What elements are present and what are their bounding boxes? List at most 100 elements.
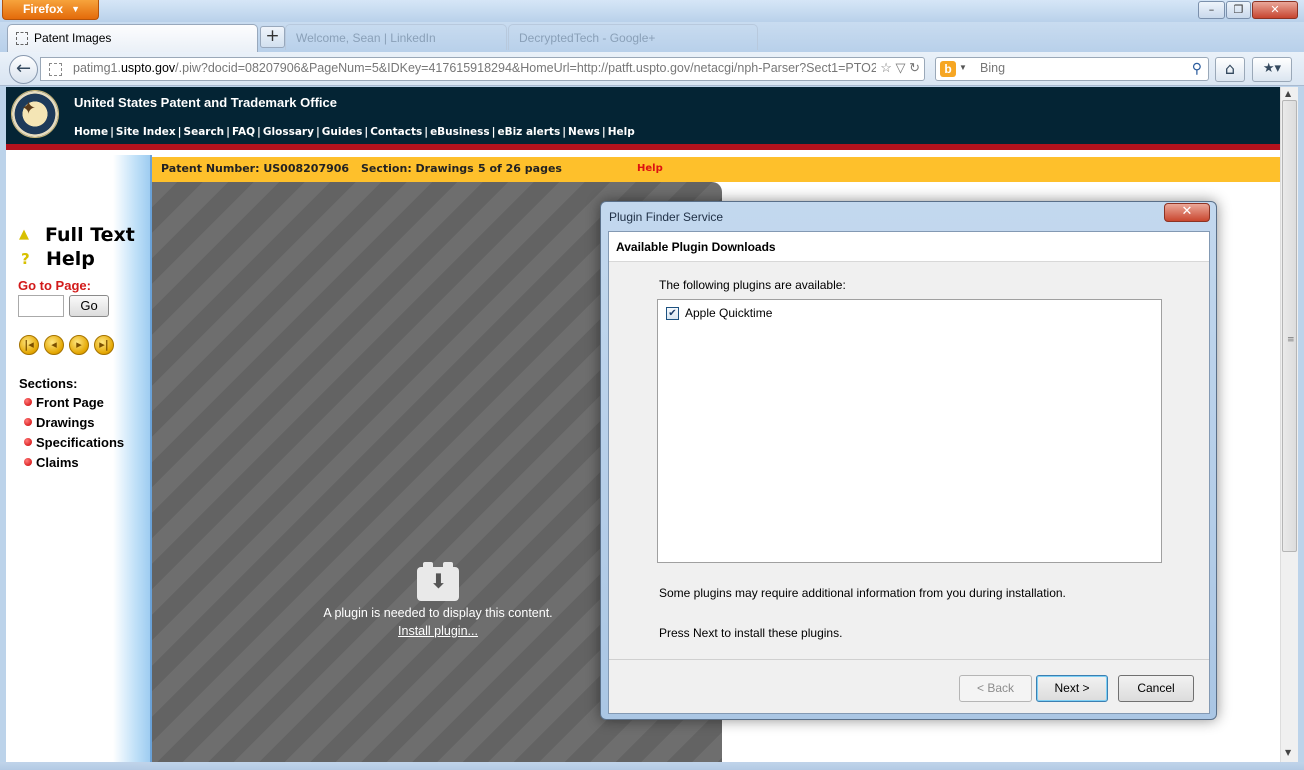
header-red-stripe — [6, 144, 1280, 150]
nav-separator: | — [364, 126, 369, 138]
go-button[interactable]: Go — [69, 295, 109, 317]
nav-home[interactable]: Home — [74, 126, 108, 138]
next-button[interactable]: Next > — [1036, 675, 1108, 702]
install-plugin-link-wrap: Install plugin... — [298, 624, 578, 638]
plugin-list[interactable]: ✔ Apple Quicktime — [657, 299, 1162, 563]
search-icon[interactable]: ⚲ — [1192, 60, 1202, 77]
sidebar-gradient — [113, 155, 151, 762]
full-text-link[interactable]: Full Text — [45, 224, 135, 246]
section-front-page[interactable]: Front Page — [24, 395, 104, 410]
office-title: United States Patent and Trademark Offic… — [74, 95, 337, 110]
section-drawings[interactable]: Drawings — [24, 415, 95, 430]
search-placeholder: Bing — [980, 61, 1006, 75]
nav-ebiz-alerts[interactable]: eBiz alerts — [497, 126, 560, 138]
patent-help-link[interactable]: Help — [637, 163, 663, 174]
nav-separator: | — [257, 126, 261, 138]
goto-page-input[interactable] — [18, 295, 64, 317]
bullet-icon — [24, 438, 32, 446]
nav-guides[interactable]: Guides — [322, 126, 363, 138]
patent-section: Section: Drawings — [361, 162, 474, 175]
cancel-button[interactable]: Cancel — [1118, 675, 1194, 702]
plugin-icon: ⬇ — [417, 562, 459, 601]
nav-separator: | — [562, 126, 567, 138]
goto-page-label: Go to Page: — [18, 278, 91, 293]
up-arrow-icon: ▲ — [19, 227, 29, 242]
install-plugin-link[interactable]: Install plugin... — [398, 624, 478, 638]
sections-label: Sections: — [19, 376, 78, 391]
minimize-icon[interactable]: – — [1198, 1, 1225, 19]
tab-linkedin[interactable]: Welcome, Sean | LinkedIn — [285, 24, 507, 50]
section-label: Front Page — [36, 395, 104, 410]
dialog-close-icon[interactable]: ✕ — [1164, 203, 1210, 222]
nav-search[interactable]: Search — [184, 126, 225, 138]
first-page-icon[interactable]: |◂ — [19, 335, 39, 355]
section-specifications[interactable]: Specifications — [24, 435, 124, 450]
reload-icon[interactable]: ↻ — [909, 60, 920, 75]
close-window-icon[interactable]: ✕ — [1252, 1, 1298, 19]
scroll-down-icon[interactable]: ▼ — [1285, 748, 1291, 757]
question-mark-icon: ? — [21, 250, 30, 268]
previous-page-icon[interactable]: ◂ — [44, 335, 64, 355]
firefox-menu-button[interactable]: Firefox ▼ — [2, 0, 99, 20]
navigation-bar: patimg1.uspto.gov/.piw?docid=08207906&Pa… — [0, 52, 1304, 86]
nav-faq[interactable]: FAQ — [232, 126, 255, 138]
plugin-needed-message: A plugin is needed to display this conte… — [323, 606, 553, 620]
top-navigation: Home | Site Index | Search | FAQ | Glossary | Guid… — [74, 126, 635, 138]
grip-icon: ≡ — [1287, 335, 1295, 345]
home-button[interactable]: ⌂ — [1215, 57, 1245, 82]
dialog-intro-text: The following plugins are available: — [659, 278, 846, 292]
new-tab-button[interactable]: + — [260, 26, 285, 48]
bullet-icon — [24, 398, 32, 406]
bullet-icon — [24, 418, 32, 426]
bookmark-star-icon[interactable]: ☆ — [880, 60, 892, 75]
nav-separator: | — [226, 126, 231, 138]
nav-ebusiness[interactable]: eBusiness — [430, 126, 490, 138]
tab-bar: Patent Images Welcome, Sean | LinkedIn D… — [0, 22, 1304, 52]
nav-separator: | — [315, 126, 320, 138]
nav-separator: | — [424, 126, 429, 138]
nav-news[interactable]: News — [568, 126, 600, 138]
bullet-icon — [24, 458, 32, 466]
nav-help[interactable]: Help — [608, 126, 635, 138]
section-claims[interactable]: Claims — [24, 455, 79, 470]
url-bar[interactable]: patimg1.uspto.gov/.piw?docid=08207906&Pa… — [40, 57, 925, 81]
nav-contacts[interactable]: Contacts — [370, 126, 422, 138]
checkmark-icon: ✔ — [668, 308, 677, 319]
search-bar[interactable]: b ▼ Bing ⚲ — [935, 57, 1209, 81]
url-domain: uspto.gov — [120, 61, 176, 75]
page-scrollbar[interactable]: ▲ ≡ ▼ — [1280, 87, 1298, 762]
url-path: /.piw?docid=08207906&PageNum=5&IDKey=417… — [175, 61, 903, 75]
last-page-icon[interactable]: ▸| — [94, 335, 114, 355]
search-engine-dropdown-icon[interactable]: ▼ — [959, 63, 967, 72]
back-arrow-icon: ← — [15, 58, 32, 79]
scrollbar-thumb[interactable]: ≡ — [1282, 100, 1297, 552]
sidebar-help-link[interactable]: Help — [46, 248, 95, 270]
dialog-heading: Available Plugin Downloads — [616, 240, 776, 254]
dialog-header: Available Plugin Downloads — [609, 232, 1209, 262]
history-dropdown-icon[interactable]: ▽ — [895, 60, 905, 75]
tab-patent-images[interactable]: Patent Images — [7, 24, 258, 52]
section-label: Drawings — [36, 415, 95, 430]
section-label: Claims — [36, 455, 79, 470]
tab-label: Patent Images — [34, 31, 112, 45]
tab-decryptedtech[interactable]: DecryptedTech - Google+ — [508, 24, 758, 50]
scroll-up-icon[interactable]: ▲ — [1285, 89, 1291, 98]
next-page-icon[interactable]: ▸ — [69, 335, 89, 355]
window-bottom-border — [0, 762, 1304, 770]
maximize-icon[interactable]: ❐ — [1226, 1, 1251, 19]
bing-icon[interactable]: b — [940, 61, 956, 77]
back-button[interactable]: ← — [9, 55, 38, 84]
back-button-dialog[interactable]: < Back — [959, 675, 1032, 702]
nav-glossary[interactable]: Glossary — [263, 126, 314, 138]
plugin-name[interactable]: Apple Quicktime — [685, 306, 772, 320]
dialog-divider — [609, 659, 1209, 660]
download-arrow-icon: ⬇ — [430, 569, 447, 593]
page-favicon-icon — [16, 32, 28, 45]
plugin-checkbox[interactable]: ✔ — [666, 307, 679, 320]
chevron-down-icon: ▼ — [71, 4, 80, 14]
firefox-menu-label: Firefox — [23, 2, 64, 16]
bookmarks-button[interactable]: ★▾ — [1252, 57, 1292, 82]
tab-label: DecryptedTech - Google+ — [519, 31, 656, 45]
nav-separator: | — [177, 126, 182, 138]
nav-site-index[interactable]: Site Index — [116, 126, 176, 138]
